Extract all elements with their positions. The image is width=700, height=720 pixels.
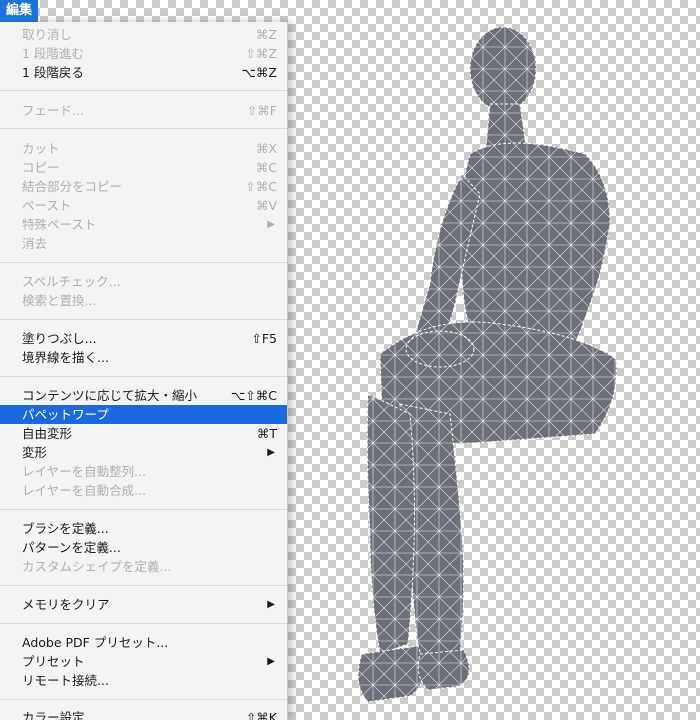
puppet-warp-figure[interactable] bbox=[340, 14, 640, 714]
menu-item-shortcut: ⌘C bbox=[255, 160, 277, 175]
menu-item-copy-merged: 結合部分をコピー ⇧⌘C bbox=[0, 177, 287, 196]
menu-item-fade: フェード... ⇧⌘F bbox=[0, 101, 287, 120]
menu-item-shortcut: ⌘T bbox=[256, 426, 277, 441]
menu-item-label: フェード... bbox=[22, 103, 84, 118]
menu-item-shortcut: ⇧⌘Z bbox=[245, 46, 277, 61]
menu-item-label: スペルチェック... bbox=[22, 274, 121, 289]
menu-item-clear: 消去 bbox=[0, 234, 287, 253]
menu-item-auto-blend-layers: レイヤーを自動合成... bbox=[0, 481, 287, 500]
menu-item-cut: カット ⌘X bbox=[0, 139, 287, 158]
edit-menu-dropdown: 取り消し ⌘Z 1 段階進む ⇧⌘Z 1 段階戻る ⌥⌘Z フェード... ⇧⌘… bbox=[0, 22, 288, 720]
menu-item-shortcut: ⇧⌘C bbox=[245, 179, 277, 194]
menu-item-remote-connections[interactable]: リモート接続... bbox=[0, 671, 287, 690]
submenu-arrow-icon: ▶ bbox=[267, 219, 275, 230]
menu-item-label: 特殊ペースト bbox=[22, 217, 97, 232]
menu-item-shortcut: ⇧F5 bbox=[251, 331, 277, 346]
menu-item-label: リモート接続... bbox=[22, 673, 109, 688]
menu-item-adobe-pdf-presets[interactable]: Adobe PDF プリセット... bbox=[0, 633, 287, 652]
menu-item-transform[interactable]: 変形 ▶ bbox=[0, 443, 287, 462]
menu-item-label: 自由変形 bbox=[22, 426, 73, 441]
menu-item-step-forward: 1 段階進む ⇧⌘Z bbox=[0, 44, 287, 63]
menu-item-label: コンテンツに応じて拡大・縮小 bbox=[22, 388, 198, 403]
menu-separator bbox=[0, 623, 287, 624]
menu-item-shortcut: ⌥⌘Z bbox=[241, 65, 277, 80]
menu-item-define-brush[interactable]: ブラシを定義... bbox=[0, 519, 287, 538]
menu-item-label: プリセット bbox=[22, 654, 85, 669]
menu-item-label: パペットワープ bbox=[22, 407, 109, 422]
menu-item-label: 塗りつぶし... bbox=[22, 331, 97, 346]
menu-item-shortcut: ⌘X bbox=[255, 141, 277, 156]
menu-item-color-settings[interactable]: カラー設定... ⇧⌘K bbox=[0, 708, 287, 720]
menu-item-define-custom-shape: カスタムシェイプを定義... bbox=[0, 557, 287, 576]
menu-item-label: 消去 bbox=[22, 236, 48, 251]
menu-item-label: レイヤーを自動整列... bbox=[22, 464, 147, 479]
menu-item-label: Adobe PDF プリセット... bbox=[22, 635, 169, 650]
menu-item-puppet-warp[interactable]: パペットワープ bbox=[0, 405, 287, 424]
menu-separator bbox=[0, 376, 287, 377]
menu-item-label: カスタムシェイプを定義... bbox=[22, 559, 172, 574]
menu-item-label: 1 段階戻る bbox=[22, 65, 84, 80]
menu-item-label: パターンを定義... bbox=[22, 540, 121, 555]
menu-separator bbox=[0, 90, 287, 91]
menu-item-shortcut: ⌘V bbox=[255, 198, 277, 213]
menu-item-label: 1 段階進む bbox=[22, 46, 84, 61]
menu-item-content-aware-scale[interactable]: コンテンツに応じて拡大・縮小 ⌥⇧⌘C bbox=[0, 386, 287, 405]
menu-item-label: 変形 bbox=[22, 445, 48, 460]
menu-separator bbox=[0, 262, 287, 263]
edit-menu-title[interactable]: 編集 bbox=[0, 0, 39, 22]
menu-item-label: レイヤーを自動合成... bbox=[22, 483, 147, 498]
submenu-arrow-icon: ▶ bbox=[267, 656, 275, 667]
menu-item-label: ブラシを定義... bbox=[22, 521, 109, 536]
menu-item-paste: ペースト ⌘V bbox=[0, 196, 287, 215]
menu-separator bbox=[0, 319, 287, 320]
menu-separator bbox=[0, 585, 287, 586]
menu-separator bbox=[0, 699, 287, 700]
menu-item-free-transform[interactable]: 自由変形 ⌘T bbox=[0, 424, 287, 443]
menu-item-label: コピー bbox=[22, 160, 60, 175]
submenu-arrow-icon: ▶ bbox=[267, 447, 275, 458]
menu-item-label: 取り消し bbox=[22, 27, 73, 42]
menu-item-label: 検索と置換... bbox=[22, 293, 97, 308]
menu-item-spell-check: スペルチェック... bbox=[0, 272, 287, 291]
menu-item-copy: コピー ⌘C bbox=[0, 158, 287, 177]
menu-item-auto-align-layers: レイヤーを自動整列... bbox=[0, 462, 287, 481]
menu-separator bbox=[0, 128, 287, 129]
menu-item-shortcut: ⌥⇧⌘C bbox=[230, 388, 277, 403]
menu-item-shortcut: ⇧⌘F bbox=[246, 103, 277, 118]
menu-item-paste-special: 特殊ペースト ▶ bbox=[0, 215, 287, 234]
menu-item-presets[interactable]: プリセット ▶ bbox=[0, 652, 287, 671]
menu-item-find-replace: 検索と置換... bbox=[0, 291, 287, 310]
menu-item-step-backward[interactable]: 1 段階戻る ⌥⌘Z bbox=[0, 63, 287, 82]
menu-item-undo: 取り消し ⌘Z bbox=[0, 25, 287, 44]
menu-item-shortcut: ⇧⌘K bbox=[245, 710, 277, 720]
menu-separator bbox=[0, 509, 287, 510]
menu-item-label: 結合部分をコピー bbox=[22, 179, 123, 194]
menu-item-label: カット bbox=[22, 141, 60, 156]
menu-item-purge[interactable]: メモリをクリア ▶ bbox=[0, 595, 287, 614]
menu-item-label: カラー設定... bbox=[22, 710, 97, 720]
menu-item-shortcut: ⌘Z bbox=[255, 27, 277, 42]
menu-item-stroke[interactable]: 境界線を描く... bbox=[0, 348, 287, 367]
menu-item-define-pattern[interactable]: パターンを定義... bbox=[0, 538, 287, 557]
submenu-arrow-icon: ▶ bbox=[267, 599, 275, 610]
menu-item-label: 境界線を描く... bbox=[22, 350, 109, 365]
menu-item-label: メモリをクリア bbox=[22, 597, 110, 612]
menu-item-fill[interactable]: 塗りつぶし... ⇧F5 bbox=[0, 329, 287, 348]
menu-item-label: ペースト bbox=[22, 198, 72, 213]
